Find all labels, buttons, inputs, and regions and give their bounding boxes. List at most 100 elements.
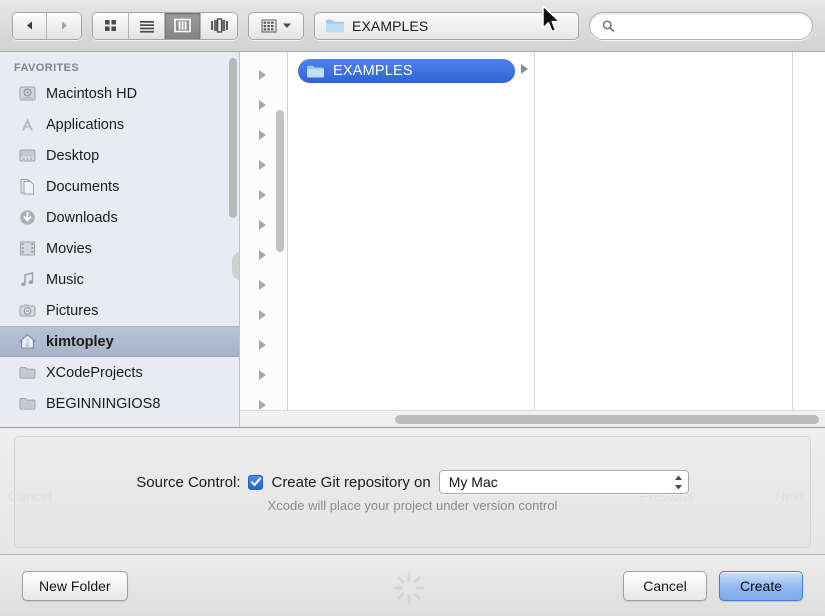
git-location-value: My Mac bbox=[448, 474, 498, 490]
icon-view-button[interactable] bbox=[93, 12, 129, 39]
bottom-bar-actions: Cancel Create bbox=[623, 570, 803, 601]
column-browser: || EXAMPLES || || bbox=[240, 52, 825, 427]
sidebar-item-label: BEGINNINGIOS8 bbox=[46, 395, 161, 412]
sidebar: FAVORITES Macintosh HD Applications Desk… bbox=[0, 52, 240, 427]
stepper-icon bbox=[674, 471, 683, 493]
source-control-hint: Xcode will place your project under vers… bbox=[267, 498, 558, 513]
documents-icon bbox=[20, 179, 34, 195]
grid-icon bbox=[105, 20, 116, 31]
column-view-button[interactable] bbox=[165, 12, 201, 39]
sidebar-item-desktop[interactable]: Desktop bbox=[0, 140, 239, 171]
browser-horizontal-scrollbar[interactable] bbox=[240, 410, 825, 427]
list-view-button[interactable] bbox=[129, 12, 165, 39]
create-button[interactable]: Create bbox=[719, 570, 803, 601]
disclosure-triangle-icon[interactable] bbox=[259, 70, 266, 80]
cancel-button[interactable]: Cancel bbox=[623, 570, 707, 601]
scrollbar-thumb[interactable] bbox=[395, 415, 819, 424]
source-control-row: Source Control: Create Git repository on… bbox=[0, 470, 825, 494]
folder-row-label: EXAMPLES bbox=[333, 63, 413, 79]
create-git-repository-label: Create Git repository on bbox=[271, 473, 431, 491]
disclosure-triangle-icon[interactable] bbox=[259, 160, 266, 170]
save-panel-window: EXAMPLES FAVORITES Macintosh HD Applicat… bbox=[0, 0, 825, 616]
sidebar-item-downloads[interactable]: Downloads bbox=[0, 202, 239, 233]
arrange-grid-icon bbox=[261, 19, 276, 32]
arrange-button[interactable] bbox=[248, 11, 304, 40]
sidebar-scrollbar[interactable] bbox=[229, 58, 237, 218]
folder-icon bbox=[18, 425, 37, 427]
progress-spinner-icon bbox=[393, 572, 425, 604]
disclosure-triangle-icon[interactable] bbox=[259, 400, 266, 410]
sidebar-item-label: kimtopley bbox=[46, 333, 114, 350]
folder-icon bbox=[307, 65, 324, 77]
checkmark-icon bbox=[250, 477, 262, 487]
disclosure-triangle-icon[interactable] bbox=[259, 310, 266, 320]
new-folder-button[interactable]: New Folder bbox=[22, 570, 128, 601]
coverflow-view-button[interactable] bbox=[201, 12, 237, 39]
sidebar-item-label: Macintosh HD bbox=[46, 85, 138, 102]
harddisk-icon bbox=[19, 86, 36, 101]
sidebar-resize-handle[interactable] bbox=[232, 252, 239, 280]
path-popup-button[interactable]: EXAMPLES bbox=[314, 11, 579, 40]
downloads-icon bbox=[20, 210, 35, 225]
chevron-down-icon bbox=[282, 23, 291, 28]
git-location-popup[interactable]: My Mac bbox=[438, 470, 689, 494]
sidebar-item-beginningios8[interactable]: BEGINNINGIOS8 bbox=[0, 388, 239, 419]
pictures-icon bbox=[19, 304, 36, 317]
browser-column-examples[interactable]: EXAMPLES || bbox=[288, 52, 535, 427]
sidebar-item-partial[interactable] bbox=[0, 419, 239, 427]
sidebar-item-label: Documents bbox=[46, 178, 120, 195]
columns-icon bbox=[174, 18, 191, 33]
triangle-right-icon bbox=[61, 21, 67, 30]
sidebar-item-music[interactable]: Music bbox=[0, 264, 239, 295]
folder-row-examples[interactable]: EXAMPLES bbox=[298, 59, 515, 83]
disclosure-triangle-icon[interactable] bbox=[259, 370, 266, 380]
sidebar-item-label: XCodeProjects bbox=[46, 364, 143, 381]
sidebar-item-pictures[interactable]: Pictures bbox=[0, 295, 239, 326]
create-git-repository-checkbox[interactable] bbox=[248, 474, 264, 490]
home-icon bbox=[18, 334, 37, 349]
sidebar-item-kimtopley[interactable]: kimtopley bbox=[0, 326, 239, 357]
source-control-label: Source Control: bbox=[136, 473, 241, 491]
folder-icon bbox=[326, 19, 344, 32]
disclosure-triangle-icon[interactable] bbox=[259, 100, 266, 110]
sidebar-item-movies[interactable]: Movies bbox=[0, 233, 239, 264]
list-icon bbox=[139, 20, 154, 33]
path-popup-label: EXAMPLES bbox=[352, 17, 429, 34]
column-scrollbar[interactable] bbox=[276, 110, 284, 252]
sidebar-item-applications[interactable]: Applications bbox=[0, 109, 239, 140]
sidebar-item-label: Pictures bbox=[46, 302, 99, 319]
forward-button[interactable] bbox=[47, 12, 81, 39]
disclosure-triangle-icon[interactable] bbox=[521, 64, 528, 74]
back-button[interactable] bbox=[13, 12, 47, 39]
sidebar-item-label: Desktop bbox=[46, 147, 100, 164]
search-icon bbox=[602, 19, 615, 32]
sidebar-section-favorites: FAVORITES bbox=[14, 62, 80, 74]
disclosure-triangle-icon[interactable] bbox=[259, 250, 266, 260]
search-field[interactable] bbox=[589, 11, 813, 40]
sidebar-item-label: Movies bbox=[46, 240, 92, 257]
disclosure-triangle-icon[interactable] bbox=[259, 340, 266, 350]
folder-icon bbox=[19, 366, 36, 379]
browser-column-preview[interactable]: || bbox=[535, 52, 793, 427]
bottom-bar: New Folder Cancel Create bbox=[0, 555, 825, 616]
browser-column-parent[interactable]: || bbox=[240, 52, 288, 427]
search-input[interactable] bbox=[620, 18, 800, 33]
coverflow-icon bbox=[210, 18, 228, 33]
triangle-left-icon bbox=[27, 21, 32, 30]
disclosure-triangle-icon[interactable] bbox=[259, 190, 266, 200]
disclosure-triangle-icon[interactable] bbox=[259, 130, 266, 140]
applications-icon bbox=[22, 118, 33, 131]
view-mode-segmented-control[interactable] bbox=[92, 11, 238, 40]
music-icon bbox=[21, 272, 34, 286]
sidebar-item-macintosh-hd[interactable]: Macintosh HD bbox=[0, 78, 239, 109]
file-browser: FAVORITES Macintosh HD Applications Desk… bbox=[0, 52, 825, 428]
sidebar-item-label: Applications bbox=[46, 116, 125, 133]
disclosure-triangle-icon[interactable] bbox=[259, 280, 266, 290]
sidebar-item-xcodeprojects[interactable]: XCodeProjects bbox=[0, 357, 239, 388]
disclosure-triangle-icon[interactable] bbox=[259, 220, 266, 230]
sidebar-item-documents[interactable]: Documents bbox=[0, 171, 239, 202]
toolbar: EXAMPLES bbox=[0, 0, 825, 52]
folder-icon bbox=[19, 397, 36, 410]
navigation-segmented-control[interactable] bbox=[12, 11, 82, 40]
movies-icon bbox=[20, 241, 35, 256]
